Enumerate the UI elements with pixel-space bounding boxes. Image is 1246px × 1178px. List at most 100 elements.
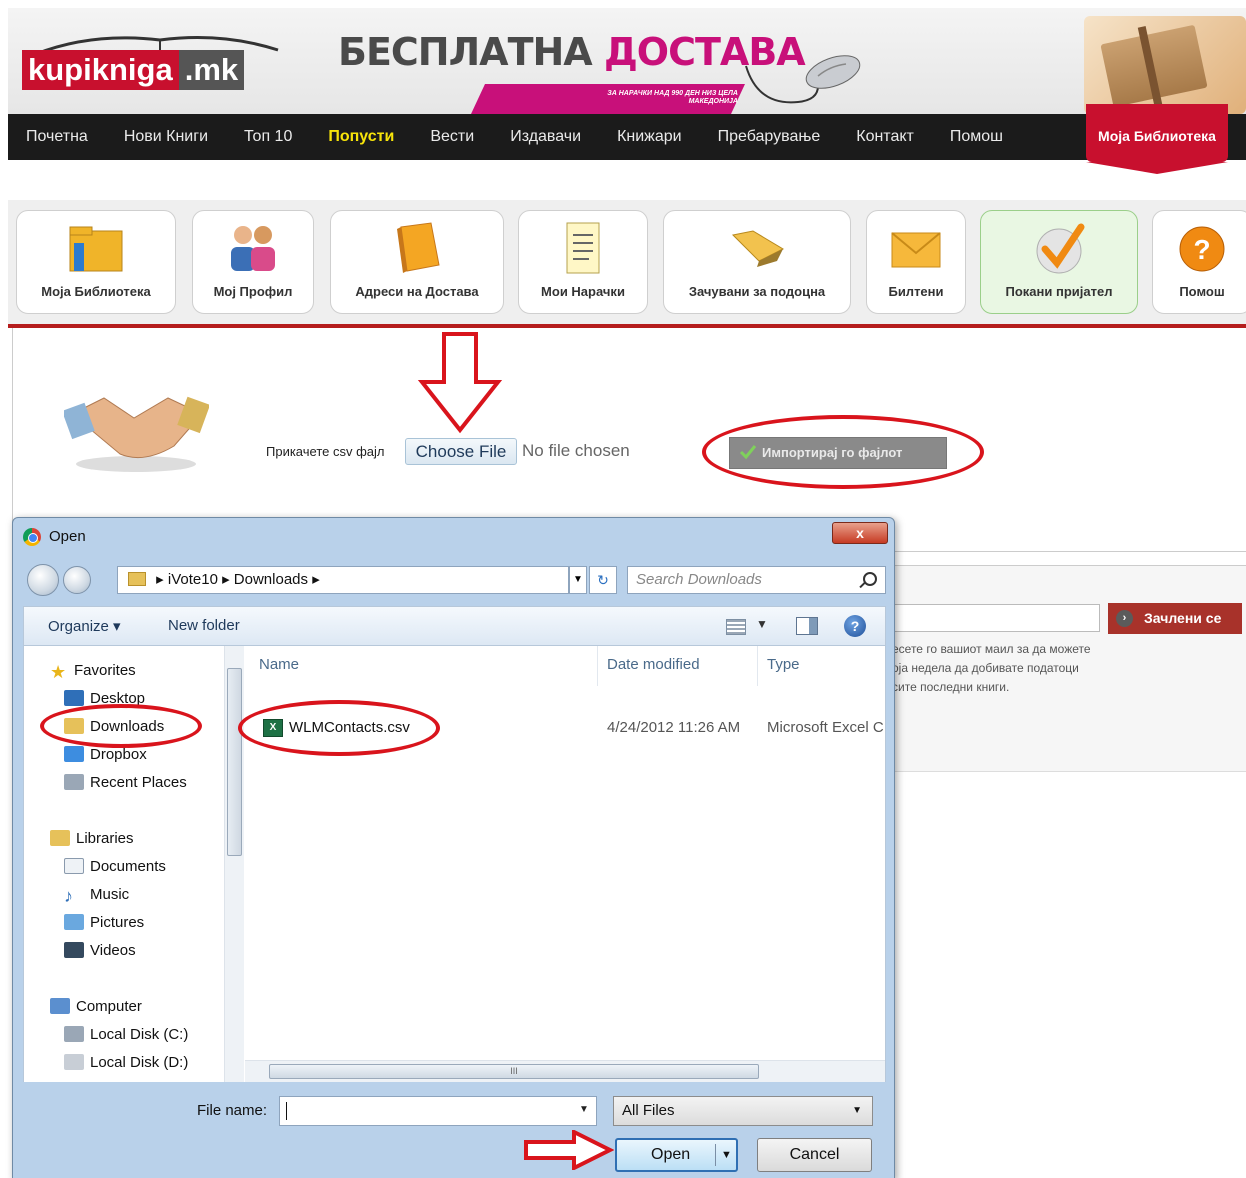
cancel-button[interactable]: Cancel bbox=[757, 1138, 872, 1172]
annotation-arrow-right-icon bbox=[524, 1130, 614, 1170]
nav-scrollbar[interactable] bbox=[224, 646, 244, 1082]
nav-computer[interactable]: Computer bbox=[50, 994, 142, 1020]
recent-places-icon bbox=[64, 774, 84, 790]
file-name-dropdown-icon[interactable]: ▼ bbox=[579, 1104, 589, 1115]
nav-label: Favorites bbox=[74, 662, 136, 679]
no-file-chosen-text: No file chosen bbox=[522, 441, 630, 460]
attach-csv-label: Прикачете csv фајл bbox=[266, 444, 385, 459]
nav-contact[interactable]: Контакт bbox=[838, 128, 932, 146]
open-file-dialog: Open x ▸ iVote10 ▸ Downloads ▸ ▼ ↻ Searc… bbox=[12, 517, 895, 1178]
tile-help[interactable]: ? Помош bbox=[1152, 210, 1246, 314]
organize-menu[interactable]: Organize ▾ bbox=[48, 617, 121, 635]
horizontal-scroll-thumb[interactable]: III bbox=[269, 1064, 759, 1079]
nav-news[interactable]: Вести bbox=[412, 128, 492, 146]
disk-icon bbox=[64, 1054, 84, 1070]
tile-my-orders[interactable]: Мои Нарачки bbox=[518, 210, 648, 314]
address-bar[interactable]: ▸ iVote10 ▸ Downloads ▸ bbox=[117, 566, 569, 594]
nav-publishers[interactable]: Издавачи bbox=[492, 128, 599, 146]
promo-word-free: БЕСПЛАТНА bbox=[338, 30, 593, 74]
address-dropdown-button[interactable]: ▼ bbox=[569, 566, 587, 594]
site-logo[interactable]: kupikniga .mk bbox=[22, 50, 245, 90]
nav-bookstores[interactable]: Книжари bbox=[599, 128, 700, 146]
folder-icon bbox=[128, 572, 146, 586]
address-row: ▸ iVote10 ▸ Downloads ▸ ▼ ↻ Search Downl… bbox=[23, 562, 886, 598]
path-separator: ▸ bbox=[312, 571, 320, 588]
column-name[interactable]: Name bbox=[259, 656, 299, 673]
file-date: 4/24/2012 11:26 AM bbox=[607, 719, 741, 736]
tile-newsletters[interactable]: Билтени bbox=[866, 210, 966, 314]
search-icon[interactable] bbox=[863, 572, 877, 586]
file-name-label: File name: bbox=[197, 1102, 268, 1119]
tile-invite-friend[interactable]: Покани пријател bbox=[980, 210, 1138, 314]
file-name-input[interactable] bbox=[279, 1096, 597, 1126]
tile-addresses[interactable]: Адреси на Достава bbox=[330, 210, 504, 314]
nav-top10[interactable]: Топ 10 bbox=[226, 128, 310, 146]
forward-button[interactable] bbox=[63, 566, 91, 594]
column-type[interactable]: Type bbox=[767, 656, 800, 673]
refresh-button[interactable]: ↻ bbox=[589, 566, 617, 594]
nav-documents[interactable]: Documents bbox=[64, 854, 166, 880]
nav-help[interactable]: Помош bbox=[932, 128, 1021, 146]
annotation-arrow-down-icon bbox=[417, 332, 503, 434]
nav-disk-c[interactable]: Local Disk (C:) bbox=[64, 1022, 188, 1048]
newsletter-email-input[interactable] bbox=[892, 604, 1100, 632]
close-button[interactable]: x bbox=[832, 522, 888, 544]
annotation-ellipse-import bbox=[702, 415, 984, 489]
nav-label: Pictures bbox=[90, 914, 145, 931]
logo-text-left: kupikniga bbox=[22, 50, 179, 90]
nav-label: Dropbox bbox=[90, 746, 147, 763]
nav-discounts[interactable]: Попусти bbox=[310, 128, 412, 146]
nav-music[interactable]: ♪ Music bbox=[64, 882, 129, 908]
nav-scroll-thumb[interactable] bbox=[227, 668, 242, 856]
nav-home[interactable]: Почетна bbox=[8, 128, 106, 146]
choose-file-button[interactable]: Choose File bbox=[405, 438, 517, 465]
tile-label: Мои Нарачки bbox=[541, 284, 625, 299]
tile-label: Зачувани за подоцна bbox=[688, 284, 826, 299]
search-placeholder: Search Downloads bbox=[636, 571, 762, 588]
path-separator: ▸ bbox=[156, 571, 168, 588]
open-button[interactable]: Open ▼ bbox=[615, 1138, 738, 1172]
nav-pictures[interactable]: Pictures bbox=[64, 910, 144, 936]
nav-videos[interactable]: Videos bbox=[64, 938, 136, 964]
column-date[interactable]: Date modified bbox=[607, 656, 700, 673]
profile-people-icon bbox=[231, 226, 275, 271]
tile-my-library[interactable]: Моја Библиотека bbox=[16, 210, 176, 314]
nav-favorites[interactable]: ★ Favorites bbox=[50, 658, 136, 684]
back-button[interactable] bbox=[27, 564, 59, 596]
subscribe-label: Зачлени се bbox=[1144, 610, 1222, 626]
site-banner: kupikniga .mk БЕСПЛАТНА ДОСТАВА ЗА НАРАЧ… bbox=[8, 8, 1246, 114]
chevron-down-icon: ▼ bbox=[852, 1105, 862, 1116]
dialog-toolbar: Organize ▾ New folder ▼ ? bbox=[23, 606, 886, 646]
search-downloads-input[interactable]: Search Downloads bbox=[627, 566, 886, 594]
tile-my-profile[interactable]: Мој Профил bbox=[192, 210, 314, 314]
dropbox-icon bbox=[64, 746, 84, 762]
account-tiles: Моја Библиотека Мој Профил Адреси на Дос… bbox=[8, 200, 1246, 324]
dialog-titlebar[interactable]: Open x bbox=[13, 518, 894, 556]
envelope-icon bbox=[891, 232, 941, 268]
path-segment-user[interactable]: iVote10 bbox=[168, 571, 218, 588]
new-folder-button[interactable]: New folder bbox=[168, 617, 240, 634]
views-dropdown-icon[interactable]: ▼ bbox=[756, 617, 768, 631]
nav-my-library[interactable]: Моја Библиотека bbox=[1086, 104, 1228, 174]
horizontal-scrollbar[interactable]: III bbox=[245, 1060, 885, 1082]
path-segment-downloads[interactable]: Downloads bbox=[234, 571, 308, 588]
dialog-footer: File name: ▼ All Files ▼ Open ▼ Cancel bbox=[23, 1082, 886, 1178]
subscribe-button[interactable]: › Зачлени се bbox=[1108, 603, 1242, 634]
nav-search[interactable]: Пребарување bbox=[700, 128, 839, 146]
nav-recent-places[interactable]: Recent Places bbox=[64, 770, 187, 796]
file-type-filter[interactable]: All Files ▼ bbox=[613, 1096, 873, 1126]
nav-new-books[interactable]: Нови Книги bbox=[106, 128, 226, 146]
orders-document-icon bbox=[566, 222, 600, 274]
open-dropdown-icon[interactable]: ▼ bbox=[721, 1140, 732, 1170]
help-icon[interactable]: ? bbox=[844, 615, 866, 637]
nav-libraries[interactable]: Libraries bbox=[50, 826, 134, 852]
preview-pane-icon[interactable] bbox=[796, 617, 818, 635]
column-divider bbox=[757, 646, 758, 686]
views-icon[interactable] bbox=[726, 619, 746, 635]
promo-subtext: ЗА НАРАЧКИ НАД 990 ДЕН НИЗ ЦЕЛА МАКЕДОНИ… bbox=[607, 90, 738, 105]
tile-saved-later[interactable]: Зачувани за подоцна bbox=[663, 210, 851, 314]
help-icon: ? bbox=[1179, 226, 1225, 272]
column-divider bbox=[597, 646, 598, 686]
disk-icon bbox=[64, 1026, 84, 1042]
nav-disk-d[interactable]: Local Disk (D:) bbox=[64, 1050, 188, 1076]
